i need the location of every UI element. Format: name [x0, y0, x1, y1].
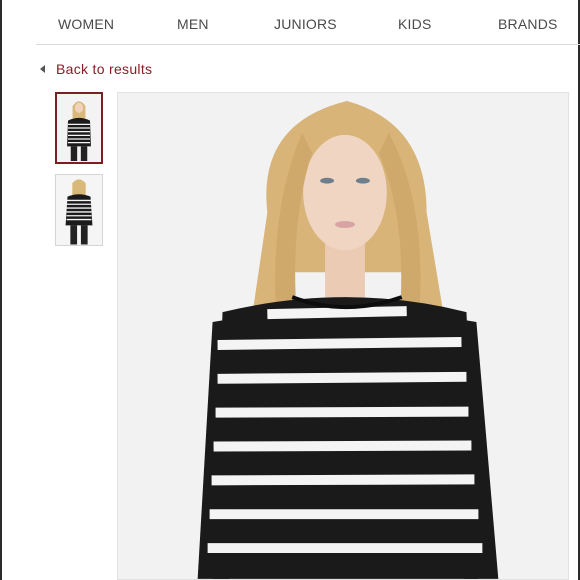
nav-kids[interactable]: KIDS	[398, 16, 431, 32]
back-to-results-label: Back to results	[56, 61, 153, 77]
thumbnail-front-view[interactable]	[55, 92, 103, 164]
nav-juniors[interactable]: JUNIORS	[274, 16, 337, 32]
triangle-left-icon	[40, 65, 45, 73]
nav-men[interactable]: MEN	[177, 16, 209, 32]
back-to-results-link[interactable]: Back to results	[40, 61, 152, 77]
thumbnail-back-image	[56, 175, 102, 245]
thumbnail-back-view[interactable]	[55, 174, 103, 246]
model-striped-sweater-image	[118, 93, 568, 579]
product-main-image	[117, 92, 569, 580]
top-navigation: WOMEN MEN JUNIORS KIDS BRANDS	[36, 0, 580, 45]
nav-women[interactable]: WOMEN	[58, 16, 114, 32]
page-edge-left	[0, 0, 2, 580]
nav-brands[interactable]: BRANDS	[498, 16, 558, 32]
thumbnail-front-image	[57, 95, 101, 161]
